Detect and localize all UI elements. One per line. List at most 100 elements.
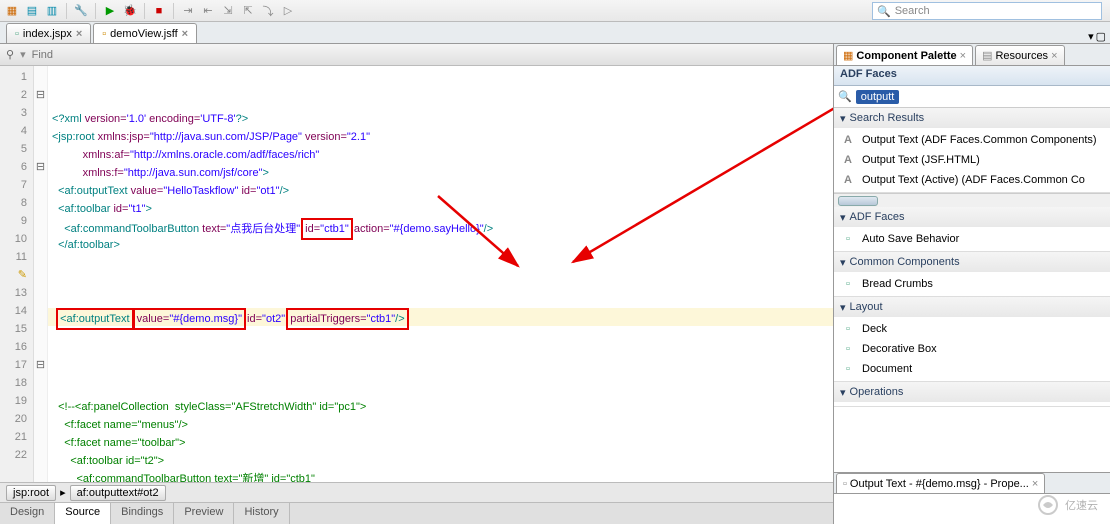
code-line[interactable]: xmlns:af="http://xmlns.oracle.com/adf/fa… (48, 146, 833, 164)
code-line[interactable]: <!--<af:panelCollection styleClass="AFSt… (48, 398, 833, 416)
palette-item[interactable]: ▫Auto Save Behavior (834, 229, 1110, 249)
palette-section: ▾Common Components▫Bread Crumbs (834, 252, 1110, 297)
step6-icon[interactable]: ▷ (280, 3, 296, 19)
chevron-down-icon: ▾ (840, 211, 846, 224)
palette-category[interactable]: ADF Faces (834, 66, 1110, 86)
palette-item[interactable]: ▫Bread Crumbs (834, 274, 1110, 294)
search-placeholder: Search (895, 5, 930, 17)
code-line[interactable]: <af:commandToolbarButton text="新增" id="c… (48, 470, 833, 482)
search-value[interactable]: outputt (856, 90, 900, 104)
code-line[interactable] (48, 380, 833, 398)
palette-item[interactable]: AOutput Text (ADF Faces.Common Component… (834, 130, 1110, 150)
breadcrumb[interactable]: af:outputtext#ot2 (70, 485, 166, 501)
component-icon: A (840, 173, 856, 187)
tab-label: demoView.jsff (110, 28, 177, 40)
close-icon[interactable]: × (1032, 478, 1038, 490)
editor-panel: ⚲ ▾ 1234567891011✎13141516171819202122 ⊟… (0, 44, 834, 524)
scrollbar-h[interactable] (834, 193, 1110, 207)
step4-icon[interactable]: ⇱ (240, 3, 256, 19)
section-header[interactable]: ▾Layout (834, 297, 1110, 317)
find-icon: ⚲ (6, 48, 14, 61)
global-search[interactable]: 🔍 Search (872, 2, 1102, 20)
close-icon[interactable]: × (182, 28, 188, 40)
code-line[interactable] (48, 362, 833, 380)
tab-label: Component Palette (856, 50, 956, 62)
palette-item[interactable]: ▫Decorative Box (834, 339, 1110, 359)
tab-demoview-jsff[interactable]: ▫ demoView.jsff × (93, 23, 197, 43)
step5-icon[interactable]: ⤵ (260, 3, 276, 19)
watermark: 亿速云 (1037, 494, 1098, 516)
step-icon[interactable]: ⇥ (180, 3, 196, 19)
wrench-icon[interactable]: 🔧 (73, 3, 89, 19)
section-header[interactable]: ▾Common Components (834, 252, 1110, 272)
chevron-down-icon: ▾ (840, 301, 846, 314)
step3-icon[interactable]: ⇲ (220, 3, 236, 19)
line-gutter: 1234567891011✎13141516171819202122 (0, 66, 34, 482)
close-icon[interactable]: × (1051, 50, 1057, 62)
code-line[interactable] (48, 290, 833, 308)
tab-resources[interactable]: ▤ Resources × (975, 45, 1064, 65)
output-text-icon: ▫ (843, 478, 847, 490)
debug-icon[interactable]: 🐞 (122, 3, 138, 19)
find-input[interactable] (32, 49, 827, 61)
bottom-tab-history[interactable]: History (234, 503, 289, 524)
bottom-tab-design[interactable]: Design (0, 503, 55, 524)
component-icon: ▫ (840, 277, 856, 291)
tab-component-palette[interactable]: ▦ Component Palette × (836, 45, 973, 65)
stop-icon[interactable]: ■ (151, 3, 167, 19)
code-line[interactable] (48, 344, 833, 362)
code-line[interactable] (48, 254, 833, 272)
tab-label: Output Text - #{demo.msg} - Prope... (850, 478, 1029, 490)
code-content[interactable]: <?xml version='1.0' encoding='UTF-8'?><j… (48, 66, 833, 482)
file-icon: ▫ (102, 28, 106, 40)
code-line[interactable]: <?xml version='1.0' encoding='UTF-8'?> (48, 110, 833, 128)
section-header[interactable]: ▾Operations (834, 382, 1110, 402)
section-header[interactable]: ▾Search Results (834, 108, 1110, 128)
tab-label: Resources (995, 50, 1048, 62)
code-line[interactable]: <af:toolbar id="t2"> (48, 452, 833, 470)
palette-item[interactable]: ▫Deck (834, 319, 1110, 339)
chevron-down-icon: ▾ (840, 112, 846, 125)
breadcrumb[interactable]: jsp:root (6, 485, 56, 501)
palette-section: ▾ADF Faces▫Auto Save Behavior (834, 207, 1110, 252)
run-icon[interactable]: ▶ (102, 3, 118, 19)
tab-properties[interactable]: ▫ Output Text - #{demo.msg} - Prope... × (836, 473, 1045, 493)
code-line[interactable]: <af:outputText value="#{demo.msg}" id="o… (48, 308, 833, 326)
db2-icon[interactable]: ▥ (44, 3, 60, 19)
close-icon[interactable]: × (960, 50, 966, 62)
binoculars-icon: 🔍 (838, 90, 852, 103)
file-icon: ▫ (15, 28, 19, 40)
code-line[interactable]: <f:facet name="menus"/> (48, 416, 833, 434)
tab-list-icon[interactable]: ▾ (1088, 30, 1094, 43)
component-palette: ADF Faces 🔍 outputt ▾Search Results AOut… (834, 66, 1110, 472)
step2-icon[interactable]: ⇤ (200, 3, 216, 19)
bottom-tab-preview[interactable]: Preview (174, 503, 234, 524)
palette-icon: ▦ (843, 49, 853, 62)
code-line[interactable]: <af:commandToolbarButton text="点我后台处理" i… (48, 218, 833, 236)
close-icon[interactable]: × (76, 28, 82, 40)
palette-item[interactable]: ▫Document (834, 359, 1110, 379)
bottom-tab-source[interactable]: Source (55, 503, 111, 524)
chevron-down-icon: ▾ (840, 386, 846, 399)
component-icon: ▫ (840, 322, 856, 336)
palette-item[interactable]: AOutput Text (JSF.HTML) (834, 150, 1110, 170)
sql-icon[interactable]: ▦ (4, 3, 20, 19)
code-line[interactable]: <af:toolbar id="t1"> (48, 200, 833, 218)
code-line[interactable]: <af:outputText value="HelloTaskflow" id=… (48, 182, 833, 200)
palette-item[interactable]: AOutput Text (Active) (ADF Faces.Common … (834, 170, 1110, 190)
code-line[interactable]: xmlns:f="http://java.sun.com/jsf/core"> (48, 164, 833, 182)
section-header[interactable]: ▾ADF Faces (834, 207, 1110, 227)
code-line[interactable]: <f:facet name="toolbar"> (48, 434, 833, 452)
palette-section: ▾Layout▫Deck▫Decorative Box▫Document (834, 297, 1110, 382)
bottom-tab-bindings[interactable]: Bindings (111, 503, 174, 524)
code-line[interactable] (48, 272, 833, 290)
palette-section: ▾Operations (834, 382, 1110, 407)
code-line[interactable]: <jsp:root xmlns:jsp="http://java.sun.com… (48, 128, 833, 146)
tab-index-jspx[interactable]: ▫ index.jspx × (6, 23, 91, 43)
maximize-icon[interactable]: ▢ (1096, 30, 1106, 43)
component-icon: ▫ (840, 342, 856, 356)
code-line[interactable]: </af:toolbar> (48, 236, 833, 254)
chevron-down-icon: ▾ (840, 256, 846, 269)
db-icon[interactable]: ▤ (24, 3, 40, 19)
code-area: 1234567891011✎13141516171819202122 ⊟⊟⊟ <… (0, 66, 833, 482)
